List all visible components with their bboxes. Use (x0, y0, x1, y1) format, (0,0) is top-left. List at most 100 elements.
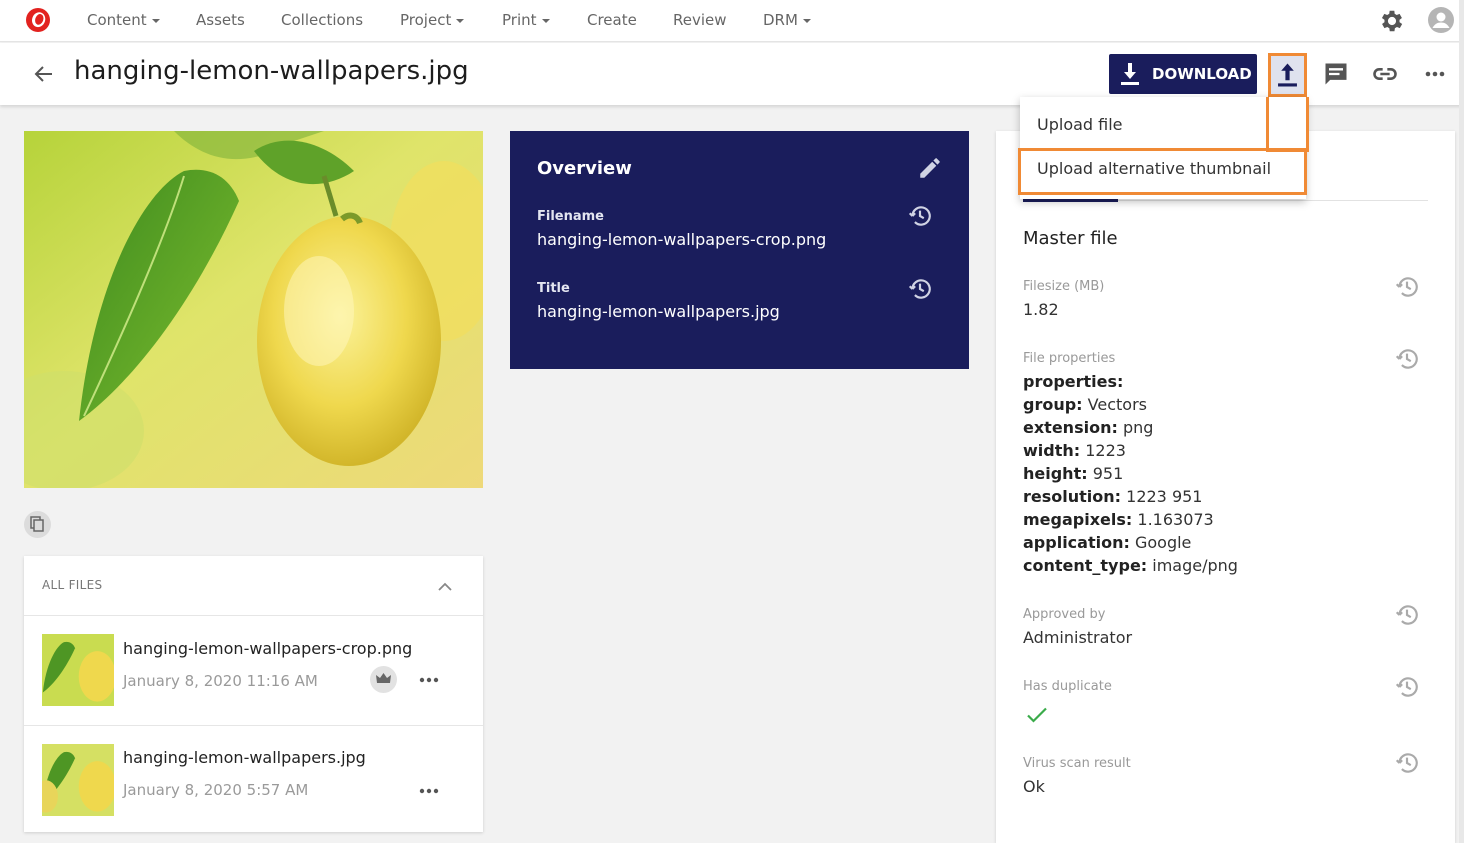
nav-content-label: Content (87, 11, 147, 29)
virus-scan-value: Ok (1023, 777, 1045, 796)
download-icon (1121, 63, 1139, 85)
file-property: height: 951 (1023, 464, 1123, 483)
menu-item-upload-alternative-thumbnail[interactable]: Upload alternative thumbnail (1020, 148, 1306, 192)
asset-preview-image[interactable] (24, 131, 483, 488)
nav-assets-label: Assets (196, 11, 245, 29)
more-options-icon[interactable] (417, 675, 441, 685)
lemon-image (24, 131, 483, 488)
details-panel: s Master file Filesize (MB) 1.82 File pr… (996, 131, 1455, 843)
file-property-value: 951 (1087, 464, 1124, 483)
file-property: content_type: image/png (1023, 556, 1238, 575)
file-properties-label: File properties (1023, 351, 1116, 366)
filename-label: Filename (537, 209, 604, 224)
more-options-icon[interactable] (417, 786, 441, 796)
nav-collections[interactable]: Collections (281, 0, 363, 40)
nav-create[interactable]: Create (587, 0, 637, 40)
nav-assets[interactable]: Assets (196, 0, 245, 40)
app-logo-icon[interactable] (24, 6, 52, 34)
file-property: resolution: 1223 951 (1023, 487, 1202, 506)
copy-button[interactable] (24, 511, 51, 538)
chevron-down-icon (802, 18, 811, 23)
file-property-value: Vectors (1082, 395, 1147, 414)
history-icon[interactable] (907, 203, 933, 229)
nav-project[interactable]: Project (400, 0, 465, 40)
upload-icon (1278, 63, 1297, 87)
asset-header: hanging-lemon-wallpapers.jpg DOWNLOAD (0, 43, 1464, 105)
gear-icon[interactable] (1378, 7, 1406, 35)
all-files-header[interactable]: ALL FILES (24, 556, 483, 616)
upload-button[interactable] (1268, 53, 1307, 97)
all-files-panel: ALL FILES hanging-lemon-wallpapers-crop.… (24, 556, 483, 832)
history-icon[interactable] (907, 276, 933, 302)
filename-value: hanging-lemon-wallpapers-crop.png (537, 230, 827, 249)
file-property-value: 1223 (1080, 441, 1126, 460)
history-icon[interactable] (1394, 674, 1420, 700)
file-property-key: megapixels: (1023, 510, 1133, 529)
user-avatar-icon[interactable] (1427, 6, 1455, 34)
file-name[interactable]: hanging-lemon-wallpapers.jpg (123, 748, 366, 767)
title-value: hanging-lemon-wallpapers.jpg (537, 302, 780, 321)
comment-icon[interactable] (1322, 60, 1350, 88)
nav-content[interactable]: Content (87, 0, 160, 40)
master-file-badge[interactable] (370, 666, 397, 693)
crown-icon (376, 673, 391, 683)
nav-review[interactable]: Review (673, 0, 727, 40)
file-property: width: 1223 (1023, 441, 1126, 460)
link-icon[interactable] (1371, 60, 1399, 88)
nav-collections-label: Collections (281, 11, 364, 29)
file-row[interactable]: hanging-lemon-wallpapers-crop.png Januar… (24, 617, 483, 725)
file-property: properties: (1023, 372, 1123, 391)
section-title: Master file (1023, 228, 1118, 249)
nav-print[interactable]: Print (502, 0, 550, 40)
file-date: January 8, 2020 5:57 AM (123, 781, 309, 799)
approved-by-label: Approved by (1023, 607, 1106, 622)
file-property-value: 1.163073 (1132, 510, 1214, 529)
file-property-key: extension: (1023, 418, 1118, 437)
more-options-icon[interactable] (1421, 60, 1449, 88)
all-files-title: ALL FILES (42, 578, 103, 592)
chevron-down-icon (151, 18, 160, 23)
nav-create-label: Create (587, 11, 637, 29)
file-property: megapixels: 1.163073 (1023, 510, 1214, 529)
pencil-icon[interactable] (917, 155, 943, 181)
file-property-key: resolution: (1023, 487, 1122, 506)
title-label: Title (537, 281, 570, 296)
arrow-left-icon[interactable] (32, 62, 56, 86)
file-property-key: group: (1023, 395, 1083, 414)
history-icon[interactable] (1394, 602, 1420, 628)
nav-review-label: Review (673, 11, 727, 29)
file-date: January 8, 2020 11:16 AM (123, 672, 318, 690)
has-duplicate-label: Has duplicate (1023, 679, 1112, 694)
file-property: extension: png (1023, 418, 1153, 437)
file-property: group: Vectors (1023, 395, 1147, 414)
file-property-value: 1223 951 (1121, 487, 1203, 506)
filesize-label: Filesize (MB) (1023, 279, 1105, 294)
file-property-key: height: (1023, 464, 1088, 483)
history-icon[interactable] (1394, 346, 1420, 372)
file-property-value: png (1117, 418, 1154, 437)
page-scrollbar[interactable] (1459, 0, 1464, 843)
nav-drm[interactable]: DRM (763, 0, 811, 40)
checkmark-icon (1027, 707, 1047, 723)
file-property: application: Google (1023, 533, 1191, 552)
lemon-thumbnail-image (42, 744, 114, 816)
top-navigation: Content Assets Collections Project Print… (0, 0, 1464, 42)
file-property-value: Google (1129, 533, 1192, 552)
nav-project-label: Project (400, 11, 452, 29)
file-property-key: properties: (1023, 372, 1124, 391)
lemon-thumbnail-image (42, 634, 114, 706)
file-property-key: application: (1023, 533, 1130, 552)
file-property-key: width: (1023, 441, 1081, 460)
file-row[interactable]: hanging-lemon-wallpapers.jpg January 8, … (24, 725, 483, 833)
history-icon[interactable] (1394, 274, 1420, 300)
download-button[interactable]: DOWNLOAD (1109, 54, 1257, 94)
chevron-up-icon[interactable] (436, 578, 454, 596)
file-thumbnail (42, 634, 114, 706)
filesize-value: 1.82 (1023, 300, 1059, 319)
chevron-down-icon (541, 18, 550, 23)
menu-item-upload-file[interactable]: Upload file (1020, 104, 1306, 148)
approved-by-value: Administrator (1023, 628, 1133, 647)
file-name[interactable]: hanging-lemon-wallpapers-crop.png (123, 639, 412, 658)
chevron-down-icon (456, 18, 465, 23)
history-icon[interactable] (1394, 750, 1420, 776)
